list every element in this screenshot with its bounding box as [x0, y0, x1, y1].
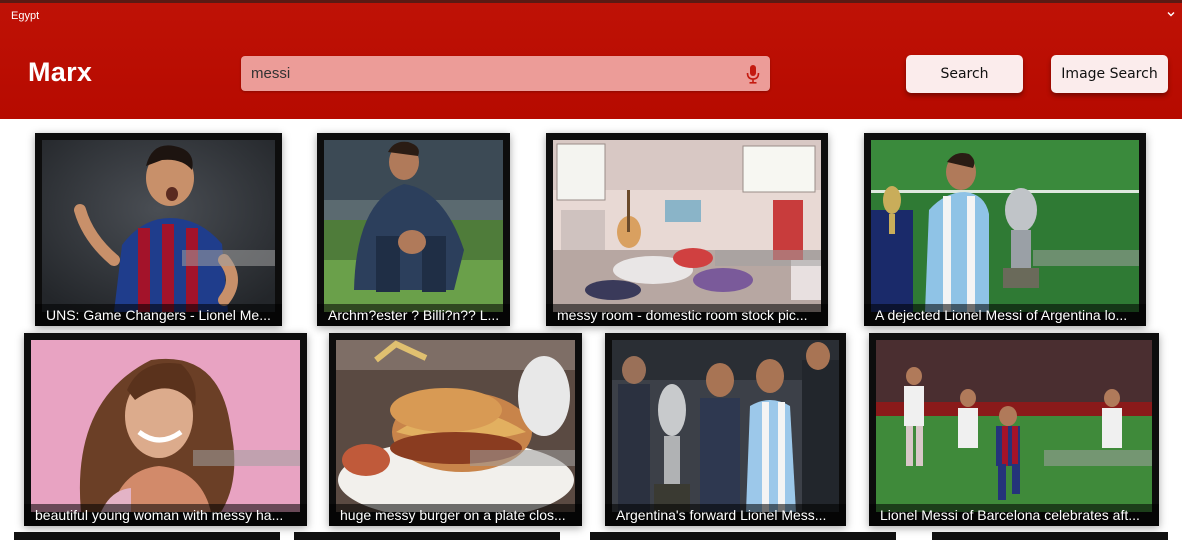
watermark	[1044, 450, 1152, 466]
result-card[interactable]: UNS: Game Changers - Lionel Me...	[35, 133, 282, 326]
result-card[interactable]: huge messy burger on a plate clos...	[329, 333, 582, 526]
result-caption[interactable]: huge messy burger on a plate clos...	[329, 504, 582, 526]
result-card[interactable]: messy room - domestic room stock pic...	[546, 133, 828, 326]
result-caption[interactable]: Archm?ester ? Billi?n?? L...	[317, 304, 510, 326]
result-image[interactable]	[336, 340, 575, 512]
window-top-edge	[0, 0, 1182, 3]
result-caption[interactable]: beautiful young woman with messy ha...	[24, 504, 307, 526]
result-caption[interactable]: A dejected Lionel Messi of Argentina lo.…	[864, 304, 1146, 326]
watermark	[193, 450, 300, 466]
result-image[interactable]	[876, 340, 1152, 512]
microphone-icon[interactable]	[746, 64, 760, 84]
watermark	[470, 450, 575, 466]
result-image[interactable]	[324, 140, 503, 312]
image-search-button[interactable]: Image Search	[1051, 55, 1168, 93]
result-card[interactable]: Lionel Messi of Barcelona celebrates aft…	[869, 333, 1159, 526]
result-image[interactable]	[612, 340, 839, 512]
result-card[interactable]: beautiful young woman with messy ha...	[24, 333, 307, 526]
result-image[interactable]	[42, 140, 275, 312]
results-grid: UNS: Game Changers - Lionel Me... Archm?…	[0, 119, 1182, 539]
result-image[interactable]	[871, 140, 1139, 312]
result-card[interactable]: A dejected Lionel Messi of Argentina lo.…	[864, 133, 1146, 326]
brand-logo[interactable]: Marx	[28, 57, 92, 88]
result-card[interactable]: Archm?ester ? Billi?n?? L...	[317, 133, 510, 326]
chevron-down-icon[interactable]	[1166, 9, 1176, 19]
region-label[interactable]: Egypt	[11, 10, 39, 22]
result-caption[interactable]: Argentina's forward Lionel Mess...	[605, 504, 846, 526]
result-caption[interactable]: Lionel Messi of Barcelona celebrates aft…	[869, 504, 1159, 526]
result-caption[interactable]: messy room - domestic room stock pic...	[546, 304, 828, 326]
header-bar: Egypt Marx Search Image Search	[0, 0, 1182, 119]
watermark	[715, 250, 821, 266]
search-input[interactable]	[251, 56, 731, 91]
result-caption[interactable]: UNS: Game Changers - Lionel Me...	[35, 304, 282, 326]
watermark	[1033, 250, 1139, 266]
watermark	[182, 250, 275, 266]
search-button[interactable]: Search	[906, 55, 1023, 93]
search-box[interactable]	[241, 56, 770, 91]
result-image[interactable]	[553, 140, 821, 312]
result-card[interactable]: Argentina's forward Lionel Mess...	[605, 333, 846, 526]
result-image[interactable]	[31, 340, 300, 512]
